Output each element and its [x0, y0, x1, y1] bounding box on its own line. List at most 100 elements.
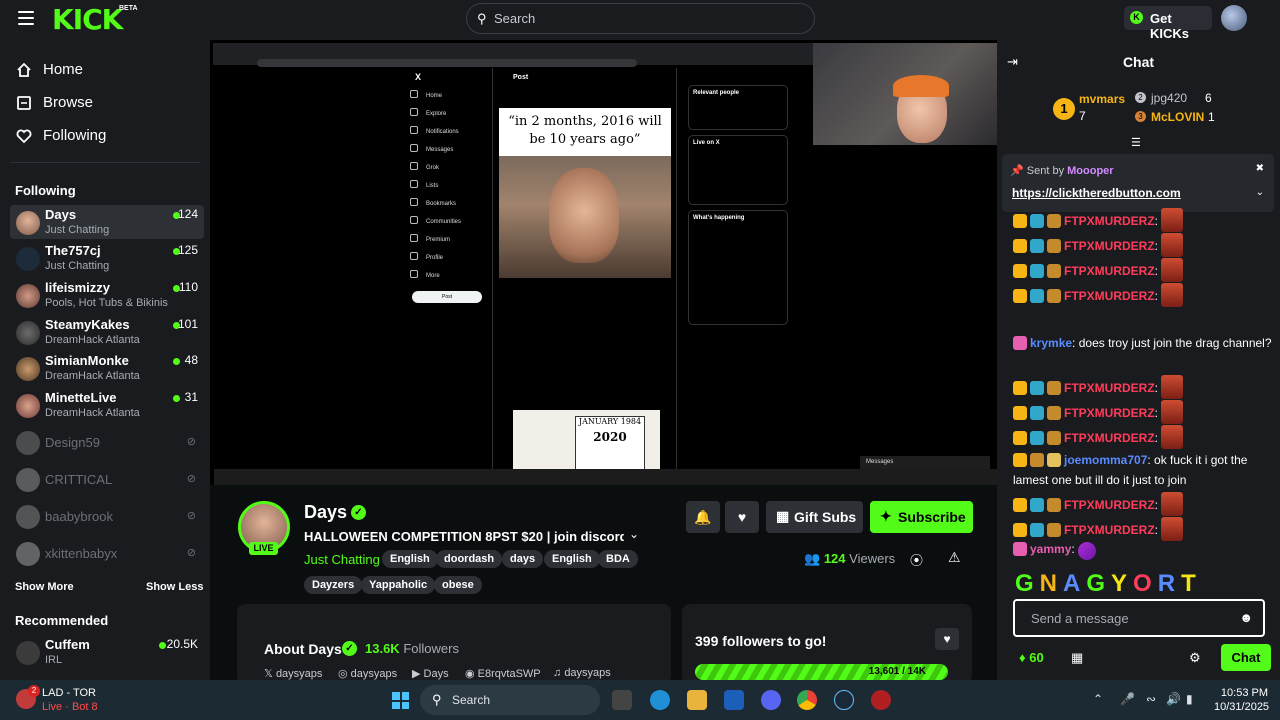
chat-username[interactable]: joemomma707: [1064, 453, 1147, 467]
expand-leaderboard-icon[interactable]: ☰: [1131, 136, 1141, 149]
wifi-icon[interactable]: ∾: [1146, 692, 1156, 706]
following-channel[interactable]: MinetteLive DreamHack Atlanta 31: [10, 388, 204, 422]
stream-tag[interactable]: Dayzers: [304, 576, 363, 594]
chat-input[interactable]: Send a message ☻: [1013, 599, 1265, 637]
gift-subs-button[interactable]: ▦ Gift Subs: [766, 501, 863, 533]
taskbar-game-widget[interactable]: 2 LAD - TOR Live · Bot 8: [16, 685, 106, 715]
stream-tag[interactable]: Yappaholic: [361, 576, 436, 594]
leader-2-name[interactable]: jpg420: [1151, 91, 1187, 105]
show-less-button[interactable]: Show Less: [146, 581, 203, 593]
stream-title: HALLOWEEN COMPETITION 8PST $20 | join di…: [304, 529, 624, 544]
stream-category[interactable]: Just Chatting: [304, 552, 380, 567]
stream-tag[interactable]: BDA: [598, 550, 638, 568]
discord-icon[interactable]: [761, 690, 781, 710]
channel-name: SimianMonke: [45, 353, 129, 368]
chevron-down-icon[interactable]: ⌄: [1256, 187, 1264, 198]
social-link-instagram[interactable]: ◎ daysyaps: [338, 667, 397, 680]
app-icon[interactable]: [871, 690, 891, 710]
battery-icon[interactable]: ▮: [1186, 692, 1193, 706]
chevron-down-icon[interactable]: ⌄: [629, 527, 639, 541]
user-avatar[interactable]: [1221, 5, 1247, 31]
chat-message: joemomma707: ok fuck it i got the lamest…: [1013, 452, 1273, 489]
viewer-count: 125: [177, 243, 198, 257]
store-icon[interactable]: [724, 690, 744, 710]
channel-name: CRITTICAL: [45, 472, 113, 487]
microphone-icon[interactable]: 🎤: [1120, 692, 1135, 706]
channel-points[interactable]: ♦ 60: [1019, 650, 1044, 665]
chat-username[interactable]: FTPXMURDERZ: [1064, 214, 1155, 228]
leader-3-name[interactable]: McLOVIN: [1151, 110, 1204, 124]
chrome-icon[interactable]: [797, 690, 817, 710]
following-channel[interactable]: SimianMonke DreamHack Atlanta 48: [10, 351, 204, 385]
emote-picker-icon[interactable]: ☻: [1239, 610, 1253, 625]
share-icon[interactable]: ⦿: [910, 550, 923, 569]
menu-icon[interactable]: [18, 11, 34, 25]
chat-username[interactable]: FTPXMURDERZ: [1064, 406, 1155, 420]
stream-tag[interactable]: doordash: [436, 550, 503, 568]
following-channel-offline[interactable]: CRITTICAL ⊘: [10, 462, 204, 496]
user-badges: [1013, 214, 1064, 233]
streamer-name[interactable]: Days: [304, 502, 347, 523]
viewers-label: Viewers: [849, 551, 896, 566]
chevron-up-icon[interactable]: ⌃: [1093, 692, 1103, 706]
avatar: [16, 357, 40, 381]
hide-pin-icon[interactable]: ✖: [1256, 163, 1264, 174]
following-channel[interactable]: lifeismizzy Pools, Hot Tubs & Bikinis 11…: [10, 278, 204, 312]
follow-goal-button[interactable]: ♥: [935, 628, 959, 650]
following-channel[interactable]: Days Just Chatting 124: [10, 205, 204, 239]
chat-username[interactable]: FTPXMURDERZ: [1064, 264, 1155, 278]
show-more-button[interactable]: Show More: [15, 581, 74, 593]
x-nav-item: Explore: [410, 108, 490, 126]
social-link-tiktok[interactable]: ♫ daysyaps: [553, 667, 611, 679]
chat-username[interactable]: krymke: [1030, 336, 1072, 350]
gear-icon[interactable]: ⚙: [1189, 650, 1201, 666]
task-view-icon[interactable]: [612, 690, 632, 710]
chat-username[interactable]: FTPXMURDERZ: [1064, 289, 1155, 303]
follow-button[interactable]: ♥: [725, 501, 759, 533]
taskbar-search[interactable]: ⚲ Search: [420, 685, 600, 715]
edge-icon[interactable]: [650, 690, 670, 710]
recommended-channel[interactable]: Cuffem IRL 20.5K: [10, 635, 204, 669]
file-explorer-icon[interactable]: [687, 690, 707, 710]
social-link-x[interactable]: 𝕏 daysyaps: [264, 667, 322, 680]
stream-tag[interactable]: English: [382, 550, 438, 568]
taskbar-clock[interactable]: 10:53 PM 10/31/2025: [1214, 686, 1269, 714]
search-input[interactable]: ⚲ Search: [466, 3, 815, 34]
discord-icon: ◉: [465, 668, 475, 680]
stream-tag[interactable]: days: [502, 550, 544, 568]
chat-username[interactable]: FTPXMURDERZ: [1064, 239, 1155, 253]
points-icon: ♦: [1019, 650, 1026, 665]
following-channel[interactable]: The757cj Just Chatting 125: [10, 241, 204, 275]
steam-icon[interactable]: [834, 690, 854, 710]
get-kicks-button[interactable]: K Get KICKs: [1124, 6, 1212, 41]
badge-icon: [1047, 523, 1061, 537]
social-link-youtube[interactable]: ▶ Days: [412, 667, 449, 680]
following-heading: Following: [15, 183, 76, 198]
chat-username[interactable]: FTPXMURDERZ: [1064, 431, 1155, 445]
gift-icon[interactable]: ▦: [1071, 650, 1083, 666]
chat-username[interactable]: FTPXMURDERZ: [1064, 498, 1155, 512]
chat-username[interactable]: yammy: [1030, 542, 1071, 556]
pinned-link[interactable]: https://clicktheredbutton.com: [1012, 186, 1181, 200]
kick-logo[interactable]: KICK: [52, 3, 123, 36]
report-icon[interactable]: ⚠: [948, 549, 961, 566]
viewer-count: 110: [178, 280, 198, 294]
subscribe-button[interactable]: ✦ Subscribe: [870, 501, 973, 533]
following-channel-offline[interactable]: baabybrook ⊘: [10, 499, 204, 533]
stream-tag[interactable]: obese: [434, 576, 482, 594]
leader-1-name[interactable]: mvmars: [1079, 92, 1125, 106]
notification-bell-button[interactable]: 🔔: [686, 501, 720, 533]
send-chat-button[interactable]: Chat: [1221, 644, 1271, 671]
following-channel[interactable]: SteamyKakes DreamHack Atlanta 101: [10, 315, 204, 349]
following-channel-offline[interactable]: xkittenbabyx ⊘: [10, 536, 204, 570]
social-link-discord[interactable]: ◉ E8rqvtaSWP: [465, 667, 541, 680]
leader-2-count: 6: [1205, 91, 1212, 105]
chat-message: FTPXMURDERZ:: [1013, 283, 1273, 308]
chat-username[interactable]: FTPXMURDERZ: [1064, 381, 1155, 395]
following-channel-offline[interactable]: Design59 ⊘: [10, 425, 204, 459]
stream-tag[interactable]: English: [544, 550, 600, 568]
video-player[interactable]: X Home Explore Notifications Messages Gr…: [210, 40, 997, 485]
chat-username[interactable]: FTPXMURDERZ: [1064, 523, 1155, 537]
volume-icon[interactable]: 🔊: [1166, 692, 1181, 706]
windows-start-icon[interactable]: [392, 692, 409, 709]
